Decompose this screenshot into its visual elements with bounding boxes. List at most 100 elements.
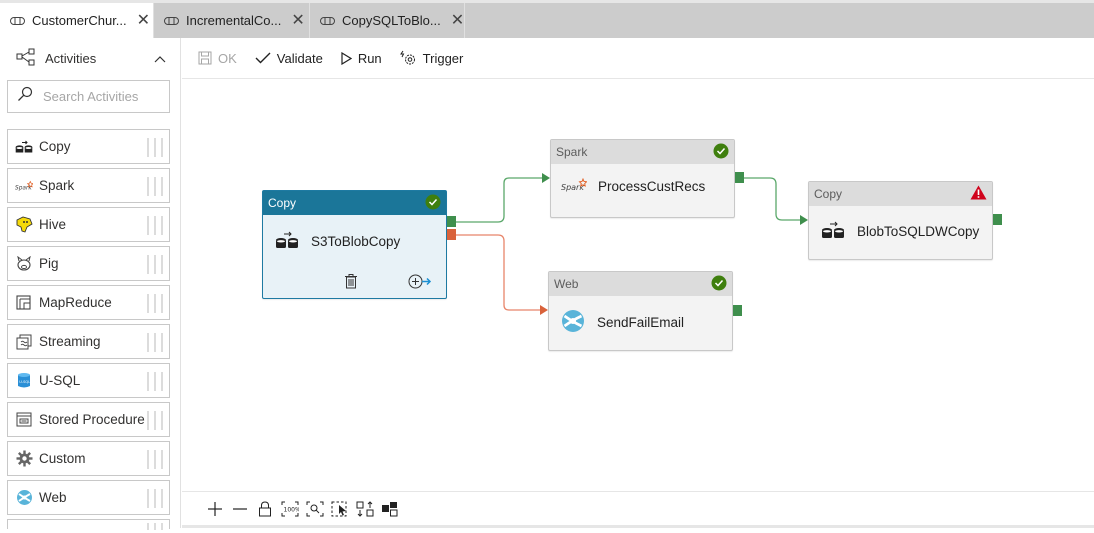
- save-icon: [198, 51, 212, 65]
- usql-icon: U-SQL: [15, 372, 33, 390]
- tab-label: IncrementalCo...: [186, 13, 282, 28]
- drag-handle[interactable]: [147, 523, 163, 530]
- canvas-zoom-controls: 100%: [182, 491, 1094, 525]
- pipeline-icon: [320, 16, 335, 26]
- tab-bar: CustomerChur... ✕ IncrementalCo... ✕ Cop…: [0, 0, 1094, 38]
- success-icon: [425, 194, 441, 213]
- validate-button[interactable]: Validate: [255, 51, 323, 66]
- activity-label: Pig: [39, 256, 59, 271]
- pipeline-icon: [10, 16, 25, 26]
- activity-streaming[interactable]: Streaming: [7, 324, 170, 359]
- auto-align-icon[interactable]: [352, 498, 377, 520]
- activity-label: Custom: [39, 451, 86, 466]
- activity-web[interactable]: Web: [7, 480, 170, 515]
- node-body: Spark ProcessCustRecs: [551, 164, 734, 195]
- activity-pig[interactable]: Pig: [7, 246, 170, 281]
- drag-handle[interactable]: [147, 411, 163, 430]
- success-output-port[interactable]: [993, 214, 1002, 225]
- arrowhead-icon: [542, 173, 550, 183]
- stored-procedure-icon: [15, 411, 33, 429]
- tab-pipeline-incremental[interactable]: IncrementalCo... ✕: [154, 3, 310, 38]
- activity-label: Web: [39, 490, 67, 505]
- success-output-port[interactable]: [735, 172, 744, 183]
- drag-handle[interactable]: [147, 255, 163, 274]
- streaming-icon: [15, 333, 33, 351]
- close-icon[interactable]: ✕: [451, 12, 464, 29]
- zoom-in-icon[interactable]: [202, 498, 227, 520]
- activity-node-sendfailemail[interactable]: Web SendFailEmail: [548, 271, 733, 351]
- arrowhead-icon: [540, 305, 548, 315]
- pipeline-canvas[interactable]: Copy S3ToBlobCopy Spark Spark ProcessCus…: [182, 79, 1094, 491]
- tab-pipeline-customerchurn[interactable]: CustomerChur... ✕: [0, 3, 154, 38]
- activity-copy[interactable]: Copy: [7, 129, 170, 164]
- close-icon[interactable]: ✕: [291, 12, 304, 29]
- web-icon: [15, 489, 33, 507]
- activity-spark[interactable]: Spark Spark: [7, 168, 170, 203]
- add-output-icon[interactable]: [408, 274, 432, 294]
- activities-list: Copy Spark Spark Hive Pig MapReduce Stre…: [7, 129, 170, 533]
- zoom-out-icon[interactable]: [227, 498, 252, 520]
- validate-label: Validate: [276, 50, 323, 66]
- activity-usql[interactable]: U-SQL U-SQL: [7, 363, 170, 398]
- activity-stored-procedure[interactable]: Stored Procedure: [7, 402, 170, 437]
- layout-icon[interactable]: [377, 498, 402, 520]
- activity-mapreduce[interactable]: MapReduce: [7, 285, 170, 320]
- close-icon[interactable]: ✕: [137, 12, 150, 29]
- search-input[interactable]: [41, 88, 161, 105]
- svg-text:U-SQL: U-SQL: [19, 380, 30, 384]
- drag-handle[interactable]: [147, 333, 163, 352]
- node-type: Spark: [556, 145, 588, 159]
- success-output-port[interactable]: [447, 216, 456, 227]
- ok-button[interactable]: OK: [198, 51, 237, 66]
- activity-hive[interactable]: Hive: [7, 207, 170, 242]
- chevron-up-icon[interactable]: [154, 51, 166, 66]
- drag-handle[interactable]: [147, 450, 163, 469]
- activities-title: Activities: [45, 50, 97, 66]
- tab-label: CustomerChur...: [32, 13, 127, 28]
- svg-text:100%: 100%: [283, 506, 299, 513]
- pig-icon: [15, 255, 33, 273]
- pipeline-toolbar: OK Validate Run Trigger: [182, 38, 1094, 79]
- copy-icon: [15, 138, 33, 156]
- edge-failure-s3copy-to-web[interactable]: [456, 234, 542, 311]
- node-header: Web: [549, 272, 732, 296]
- edge-success-s3copy-to-spark[interactable]: [456, 177, 544, 223]
- activity-label: Stored Procedure: [39, 412, 145, 427]
- edge-success-spark-to-blobcopy[interactable]: [744, 177, 802, 221]
- activity-label: Spark: [39, 178, 75, 193]
- arrowhead-icon: [800, 215, 808, 225]
- trigger-button[interactable]: Trigger: [399, 50, 464, 66]
- run-button[interactable]: Run: [341, 51, 382, 66]
- drag-handle[interactable]: [147, 177, 163, 196]
- activity-node-processcustrecs[interactable]: Spark Spark ProcessCustRecs: [550, 139, 735, 218]
- copy-icon: [821, 221, 845, 242]
- drag-handle[interactable]: [147, 138, 163, 157]
- drag-handle[interactable]: [147, 372, 163, 391]
- activity-label: MapReduce: [39, 295, 112, 310]
- failure-output-port[interactable]: [447, 229, 456, 240]
- trigger-label: Trigger: [422, 50, 464, 66]
- play-icon: [341, 51, 352, 65]
- run-label: Run: [357, 50, 382, 66]
- lock-icon[interactable]: [252, 498, 277, 520]
- spark-icon: Spark: [15, 177, 33, 195]
- activity-node-blobtosqldwcopy[interactable]: Copy BlobToSQLDWCopy: [808, 181, 993, 260]
- search-activities[interactable]: [7, 80, 170, 113]
- copy-icon: [275, 231, 299, 252]
- activities-header[interactable]: Activities: [0, 38, 180, 78]
- drag-handle[interactable]: [147, 489, 163, 508]
- success-output-port[interactable]: [733, 305, 742, 316]
- drag-handle[interactable]: [147, 216, 163, 235]
- zoom-to-fit-icon[interactable]: [302, 498, 327, 520]
- select-mode-icon[interactable]: [327, 498, 352, 520]
- delete-icon[interactable]: [345, 274, 357, 294]
- activity-node-s3tobloblcopy[interactable]: Copy S3ToBlobCopy: [262, 190, 447, 299]
- activity-label: Streaming: [39, 334, 101, 349]
- node-type: Copy: [268, 196, 297, 210]
- activity-custom[interactable]: Custom: [7, 441, 170, 476]
- activity-label: Hive: [39, 217, 67, 232]
- warning-icon: [970, 185, 987, 203]
- drag-handle[interactable]: [147, 294, 163, 313]
- tab-pipeline-copysqltoblob[interactable]: CopySQLToBlo... ✕: [310, 3, 465, 38]
- zoom-100-icon[interactable]: 100%: [277, 498, 302, 520]
